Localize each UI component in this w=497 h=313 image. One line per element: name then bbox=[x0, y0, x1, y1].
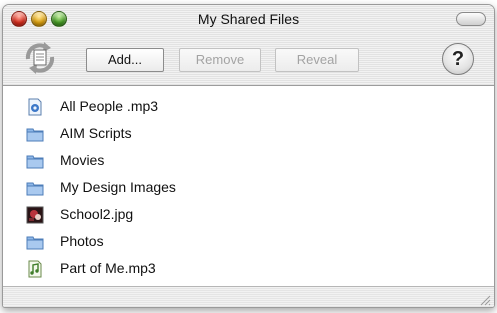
add-button[interactable]: Add... bbox=[86, 48, 164, 72]
remove-button[interactable]: Remove bbox=[179, 48, 261, 72]
folder-icon bbox=[26, 233, 44, 251]
list-item[interactable]: School2.jpg bbox=[3, 201, 494, 228]
resize-grip-icon[interactable] bbox=[479, 293, 491, 306]
list-item[interactable]: Photos bbox=[3, 228, 494, 255]
audio-doc-icon bbox=[26, 98, 44, 116]
shared-files-list: All People .mp3 AIM Scripts Movies My De… bbox=[3, 86, 494, 286]
list-item[interactable]: All People .mp3 bbox=[3, 93, 494, 120]
image-thumbnail-icon bbox=[26, 206, 44, 224]
refresh-icon[interactable] bbox=[22, 41, 58, 75]
folder-icon bbox=[26, 152, 44, 170]
window-chrome: My Shared Files Add... Remove Reveal ? bbox=[3, 5, 494, 86]
shared-files-window: My Shared Files Add... Remove Reveal ? A… bbox=[2, 4, 495, 308]
folder-icon bbox=[26, 179, 44, 197]
file-name: Photos bbox=[60, 233, 104, 249]
window-title: My Shared Files bbox=[197, 11, 300, 27]
file-name: AIM Scripts bbox=[60, 125, 132, 141]
music-file-icon bbox=[26, 260, 44, 278]
toolbar: Add... Remove Reveal ? bbox=[3, 31, 494, 85]
list-item[interactable]: Movies bbox=[3, 147, 494, 174]
file-name: Movies bbox=[60, 152, 105, 168]
status-bar bbox=[3, 286, 494, 307]
toolbar-toggle-button[interactable] bbox=[456, 12, 486, 26]
help-button[interactable]: ? bbox=[442, 43, 474, 75]
list-item[interactable]: My Design Images bbox=[3, 174, 494, 201]
reveal-button[interactable]: Reveal bbox=[275, 48, 359, 72]
file-name: Part of Me.mp3 bbox=[60, 260, 156, 276]
list-item[interactable]: AIM Scripts bbox=[3, 120, 494, 147]
folder-icon bbox=[26, 125, 44, 143]
file-name: All People .mp3 bbox=[60, 98, 159, 114]
list-item[interactable]: Part of Me.mp3 bbox=[3, 255, 494, 282]
title-bar[interactable]: My Shared Files bbox=[3, 5, 494, 31]
file-name: My Design Images bbox=[60, 179, 176, 195]
file-name: School2.jpg bbox=[60, 206, 134, 222]
